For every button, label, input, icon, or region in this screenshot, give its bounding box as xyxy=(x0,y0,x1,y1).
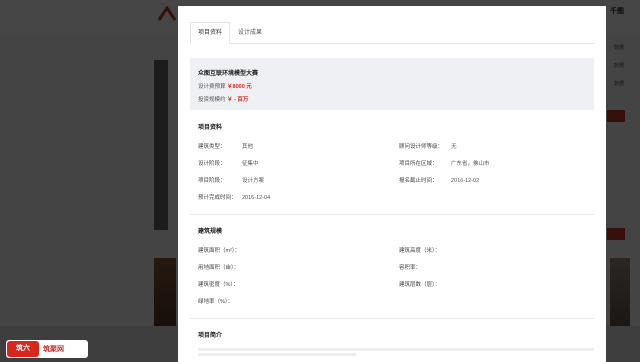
section-title-building-scale: 建筑规模 xyxy=(198,229,223,235)
invest-value: ￥ - 百万 xyxy=(227,97,249,103)
field-building-height: 建筑高度（米）： xyxy=(399,246,440,254)
field-design-stage: 设计阶段： 征集中 xyxy=(198,159,259,167)
field-value: 设计方案 xyxy=(242,178,265,184)
field-label: 建筑面积（m²）： xyxy=(198,248,241,254)
field-project-phase: 项目阶段： 设计方案 xyxy=(198,176,264,184)
field-label: 项目所在区域： xyxy=(399,161,438,167)
field-green-ratio: 绿地率（%）： xyxy=(198,297,233,305)
section-divider xyxy=(190,214,594,215)
field-label: 项目阶段： xyxy=(198,178,226,184)
badge-text: 筑聚网 xyxy=(43,346,64,353)
invest-row: 投资规模约 ￥ - 百万 xyxy=(198,95,586,103)
field-label: 建筑层数（层）： xyxy=(399,282,441,288)
tab-project-info[interactable]: 项目资料 xyxy=(190,22,231,44)
tab-design-results[interactable]: 设计成果 xyxy=(230,22,270,43)
field-value: 广东省，佛山市 xyxy=(451,161,490,167)
section-divider xyxy=(190,318,594,319)
field-building-area: 建筑面积（m²）： xyxy=(198,246,240,254)
field-label: 建筑密度（%）： xyxy=(198,282,239,288)
project-detail-modal: 项目资料 设计成果 众图互联环境模型大赛 设计费预算 ￥8000 元 投资规模约… xyxy=(178,6,606,362)
project-summary: 众图互联环境模型大赛 设计费预算 ￥8000 元 投资规模约 ￥ - 百万 xyxy=(190,58,594,110)
field-label: 容积率： xyxy=(399,265,422,271)
field-label: 建筑类型： xyxy=(198,144,226,150)
field-value: 无 xyxy=(451,144,457,150)
badge-logo: 筑六 xyxy=(7,341,39,357)
budget-value: ￥8000 元 xyxy=(227,84,252,90)
section-title-project-intro: 项目简介 xyxy=(198,333,223,339)
field-label: 绿地率（%）： xyxy=(198,299,234,305)
field-value: 2016-12-04 xyxy=(242,195,271,201)
budget-row: 设计费预算 ￥8000 元 xyxy=(198,82,586,90)
watermark-badge: 筑六 筑聚网 xyxy=(6,340,88,358)
field-value: 2016-12-02 xyxy=(451,178,480,184)
field-value: 其他 xyxy=(242,144,254,150)
invest-label: 投资规模约 xyxy=(198,97,226,103)
field-label: 设计阶段： xyxy=(198,161,226,167)
field-land-area: 用地面积（亩）： xyxy=(198,263,239,271)
field-label: 建筑高度（米）： xyxy=(399,248,441,254)
field-registration-deadline: 报名截止时间： 2016-12-02 xyxy=(399,176,479,184)
field-expected-completion: 预计完成时间： 2016-12-04 xyxy=(198,193,270,201)
tab-bar: 项目资料 设计成果 xyxy=(190,22,594,44)
field-building-type: 建筑类型： 其他 xyxy=(198,142,253,150)
field-label: 用地面积（亩）： xyxy=(198,265,240,271)
field-label: 报名截止时间： xyxy=(399,178,438,184)
field-building-density: 建筑密度（%）： xyxy=(198,280,239,288)
project-intro-text-blurred xyxy=(198,348,594,358)
field-building-floors: 建筑层数（层）： xyxy=(399,280,440,288)
field-project-region: 项目所在区域： 广东省，佛山市 xyxy=(399,159,490,167)
section-title-project-info: 项目资料 xyxy=(198,125,223,131)
field-label: 预计完成时间： xyxy=(198,195,237,201)
field-plot-ratio: 容积率： xyxy=(399,263,421,271)
project-title: 众图互联环境模型大赛 xyxy=(198,71,259,77)
field-value: 征集中 xyxy=(242,161,259,167)
budget-label: 设计费预算 xyxy=(198,84,226,90)
field-consultant-level: 顾问设计师等级： 无 xyxy=(399,142,457,150)
field-label: 顾问设计师等级： xyxy=(399,144,444,150)
